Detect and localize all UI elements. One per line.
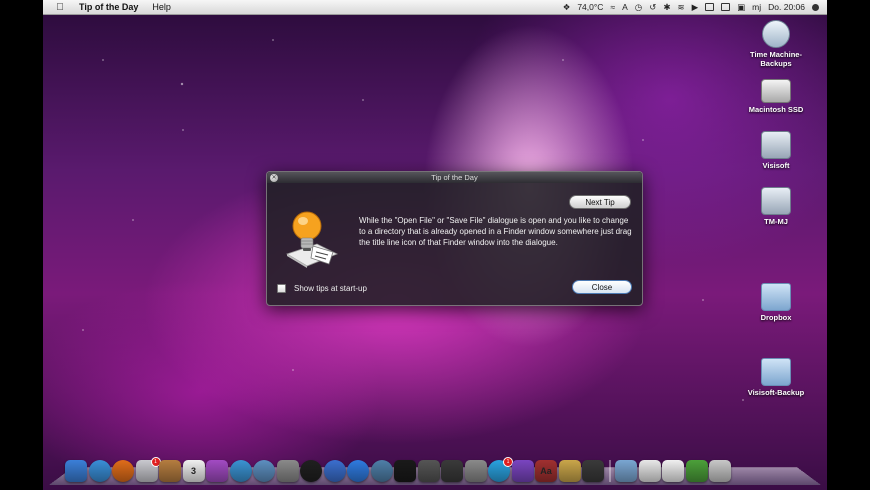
- dock-expose-icon[interactable]: [441, 460, 463, 482]
- dialog-title: Tip of the Day: [431, 173, 478, 182]
- dock-documents-stack-icon[interactable]: [638, 460, 661, 482]
- menu-extras: ❖ 74,0°C ≈ A ◷ ↺ ✱ ≋ ▶ ▣ mj Do. 20:06: [563, 2, 827, 13]
- dock-quicksilver-icon[interactable]: [511, 460, 534, 482]
- dock-camera-icon[interactable]: [300, 460, 322, 482]
- desktop-icon-label: Dropbox: [760, 313, 792, 322]
- lock-icon[interactable]: ▣: [737, 2, 745, 13]
- dock-terminal-icon[interactable]: [394, 460, 416, 482]
- desktop-icon-dropbox[interactable]: Dropbox: [736, 283, 816, 322]
- dock-app-store-icon[interactable]: [347, 460, 369, 482]
- temperature-readout[interactable]: 74,0°C: [577, 2, 603, 12]
- menu-clock[interactable]: Do. 20:06: [768, 2, 805, 12]
- spotlight-icon[interactable]: [812, 3, 819, 11]
- dialog-titlebar[interactable]: ✕ Tip of the Day: [267, 172, 642, 183]
- dock-finder-icon[interactable]: [65, 460, 87, 482]
- dock-textedit-icon[interactable]: [558, 460, 581, 482]
- desktop-icon-label: Visisoft-Backup: [747, 388, 805, 397]
- show-tips-checkbox[interactable]: Show tips at start-up: [277, 284, 367, 293]
- desktop-icon-label: Time Machine-Backups: [750, 50, 802, 68]
- network-disk-icon: [761, 131, 791, 159]
- dock-network-utility-icon[interactable]: [253, 460, 275, 482]
- dock-address-book-icon[interactable]: [159, 460, 181, 482]
- desktop-icon-visisoft[interactable]: Visisoft: [736, 131, 816, 170]
- timemachine-disk-icon: [762, 20, 790, 48]
- dock-photos-icon[interactable]: [276, 460, 299, 482]
- dock-tip-of-the-day-icon[interactable]: [582, 460, 604, 482]
- dock-itunes-icon[interactable]: [323, 460, 346, 482]
- menu-bar:  Tip of the Day Help ❖ 74,0°C ≈ A ◷ ↺ ✱…: [43, 0, 827, 15]
- keyboard-icon[interactable]: [721, 3, 731, 11]
- tip-of-the-day-dialog: ✕ Tip of the Day Next Tip While the "Ope…: [266, 171, 643, 306]
- checkbox-unchecked-icon[interactable]: [277, 284, 286, 293]
- menu-help[interactable]: Help: [152, 2, 171, 12]
- desktop-icon-tm-mj[interactable]: TM-MJ: [736, 187, 816, 226]
- next-tip-button[interactable]: Next Tip: [569, 195, 631, 209]
- dock-activity-monitor-icon[interactable]: [417, 460, 440, 482]
- tip-text: While the "Open File" or "Save File" dia…: [359, 216, 632, 247]
- apple-menu-icon[interactable]: : [53, 2, 67, 13]
- folder-icon: [761, 283, 791, 311]
- dock-time-machine-icon[interactable]: [370, 460, 393, 482]
- font-icon[interactable]: A: [622, 2, 628, 12]
- dock-ical-icon[interactable]: 3: [182, 460, 205, 482]
- script-icon[interactable]: ≈: [610, 2, 615, 12]
- user-name[interactable]: mj: [752, 2, 761, 12]
- dock-android-stack-icon[interactable]: [685, 460, 708, 482]
- timemachine-icon[interactable]: ↺: [649, 2, 656, 13]
- network-disk-icon: [761, 187, 791, 215]
- dock-icon-text: 3: [190, 466, 196, 476]
- dock-fluid-icon[interactable]: [229, 460, 252, 482]
- close-button[interactable]: Close: [572, 280, 632, 294]
- dock-notes-icon[interactable]: [206, 460, 228, 482]
- lightbulb-icon: [286, 211, 338, 268]
- desktop-icon-label: Visisoft: [762, 161, 790, 170]
- menu-app-name[interactable]: Tip of the Day: [79, 2, 138, 12]
- desktop-icon-macintosh-ssd[interactable]: Macintosh SSD: [736, 75, 816, 114]
- dock-downloads-stack-icon[interactable]: [662, 460, 684, 482]
- desktop-icon-label: TM-MJ: [764, 217, 788, 226]
- dock-twitter-icon[interactable]: 1: [488, 457, 513, 482]
- dock-system-preferences-icon[interactable]: [464, 460, 487, 482]
- volume-icon[interactable]: ▶: [692, 2, 699, 13]
- dock-safari-icon[interactable]: [88, 460, 111, 482]
- show-tips-label: Show tips at start-up: [294, 284, 367, 293]
- battery-icon[interactable]: [705, 3, 715, 11]
- desktop-icon-time-machine[interactable]: Time Machine-Backups: [736, 20, 816, 68]
- dock: 1 3 1 Aa: [65, 456, 731, 482]
- dock-firefox-icon[interactable]: [112, 460, 134, 482]
- close-icon[interactable]: ✕: [270, 173, 278, 182]
- bluetooth-icon[interactable]: ✱: [663, 2, 670, 13]
- desktop-icon-visisoft-backup[interactable]: Visisoft-Backup: [736, 358, 816, 397]
- dock-mail-icon[interactable]: 1: [135, 457, 161, 482]
- dock-dictionary-icon[interactable]: Aa: [535, 460, 557, 482]
- dropbox-icon[interactable]: ❖: [563, 2, 571, 13]
- folder-icon: [761, 358, 791, 386]
- dock-trash-icon[interactable]: [709, 460, 731, 482]
- dock-applications-folder-icon[interactable]: [615, 460, 637, 482]
- hard-disk-icon: [761, 79, 791, 103]
- desktop-icon-label: Macintosh SSD: [748, 105, 804, 114]
- dock-separator: [608, 460, 611, 482]
- clock-icon[interactable]: ◷: [635, 2, 642, 13]
- desktop-screen:  Tip of the Day Help ❖ 74,0°C ≈ A ◷ ↺ ✱…: [43, 0, 827, 490]
- dock-icon-text: Aa: [540, 466, 552, 476]
- wifi-icon[interactable]: ≋: [677, 2, 684, 13]
